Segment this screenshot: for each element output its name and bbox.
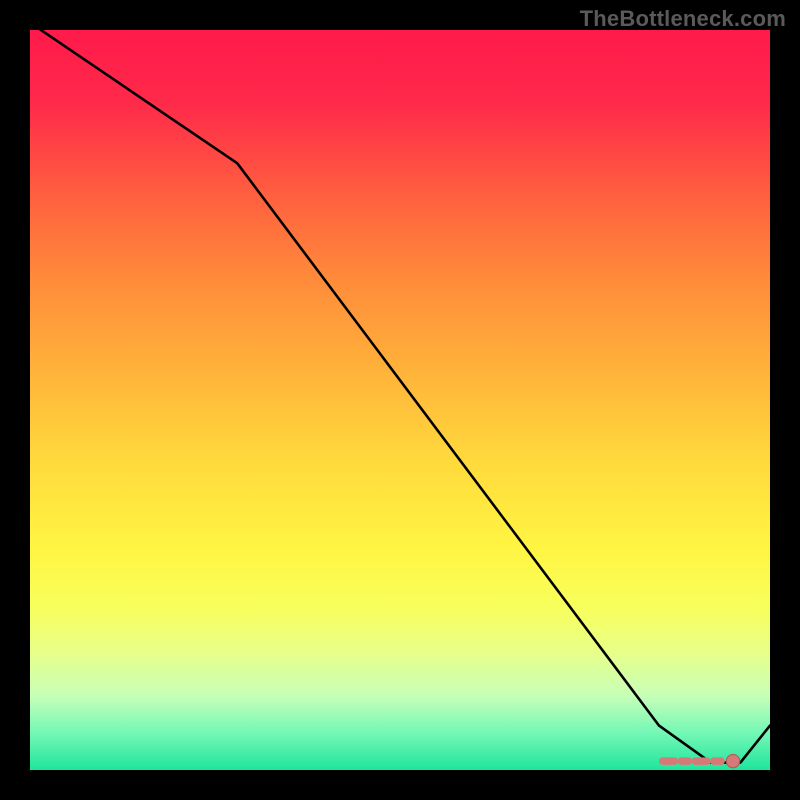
chart-stage: TheBottleneck.com [0, 0, 800, 800]
curve-path [30, 23, 770, 763]
chart-svg [30, 30, 770, 770]
plot-area [30, 30, 770, 770]
marker-end-dot [726, 754, 739, 767]
watermark-text: TheBottleneck.com [580, 6, 786, 32]
